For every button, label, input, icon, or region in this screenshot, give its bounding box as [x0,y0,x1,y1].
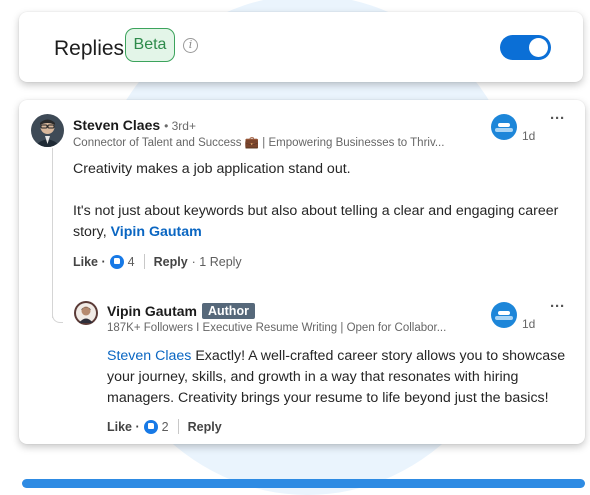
reply-button[interactable]: Reply [154,255,188,269]
like-button[interactable]: Like · [73,255,106,269]
reply-actions: Like · 2 Reply [107,419,222,434]
action-divider [143,254,145,269]
bottom-accent-bar [22,479,585,488]
company-logo-icon[interactable] [491,302,517,328]
reply-like-reaction-icon[interactable] [143,419,158,434]
reply-like-button[interactable]: Like · [107,420,140,434]
replies-settings-card: Replies Beta i [19,12,583,82]
comment-text-line-1: Creativity makes a job application stand… [73,161,351,177]
comment-author-name[interactable]: Steven Claes [73,117,160,133]
reply-author-headline: 187K+ Followers I Executive Resume Writi… [107,322,447,334]
author-badge: Author [201,303,255,319]
comment-text-paragraph: It's not just about keywords but also ab… [73,201,583,243]
like-reaction-icon[interactable] [109,254,124,269]
thread-connector [52,310,63,323]
reply-text-paragraph: Steven Claes Exactly! A well-crafted car… [107,346,575,409]
reply-author-name[interactable]: Vipin Gautam [107,303,197,319]
comment-timestamp: 1d [522,129,536,143]
toggle-knob [529,38,548,57]
reply-mention-link[interactable]: Steven Claes [107,348,191,364]
reply-reply-button[interactable]: Reply [188,420,222,434]
comment-author[interactable]: Steven Claes • 3rd+ [73,117,196,133]
comment-actions: Like · 4 Reply · 1 Reply [73,254,242,269]
avatar-steven-claes[interactable] [31,114,64,147]
avatar-vipin-gautam[interactable] [74,301,98,325]
info-icon[interactable]: i [183,38,198,53]
beta-badge: Beta [125,28,175,62]
comment-author-headline: Connector of Talent and Success 💼 | Empo… [73,137,445,149]
company-logo-icon[interactable] [491,114,517,140]
comment-more-options-button[interactable]: ··· [550,110,565,127]
replies-toggle[interactable] [500,35,551,60]
reply-timestamp: 1d [522,317,536,331]
comments-card: Steven Claes • 3rd+ Connector of Talent … [19,100,585,444]
reply-like-count[interactable]: 2 [162,420,169,434]
replies-title: Replies [54,37,125,60]
connection-degree: • 3rd+ [164,119,196,133]
mention-link[interactable]: Vipin Gautam [111,224,202,240]
reply-count[interactable]: · 1 Reply [192,255,242,269]
reply-more-options-button[interactable]: ··· [550,298,565,315]
action-divider [177,419,179,434]
thread-line [52,148,53,318]
reply-author[interactable]: Vipin Gautam Author [107,303,255,319]
like-count[interactable]: 4 [128,255,135,269]
